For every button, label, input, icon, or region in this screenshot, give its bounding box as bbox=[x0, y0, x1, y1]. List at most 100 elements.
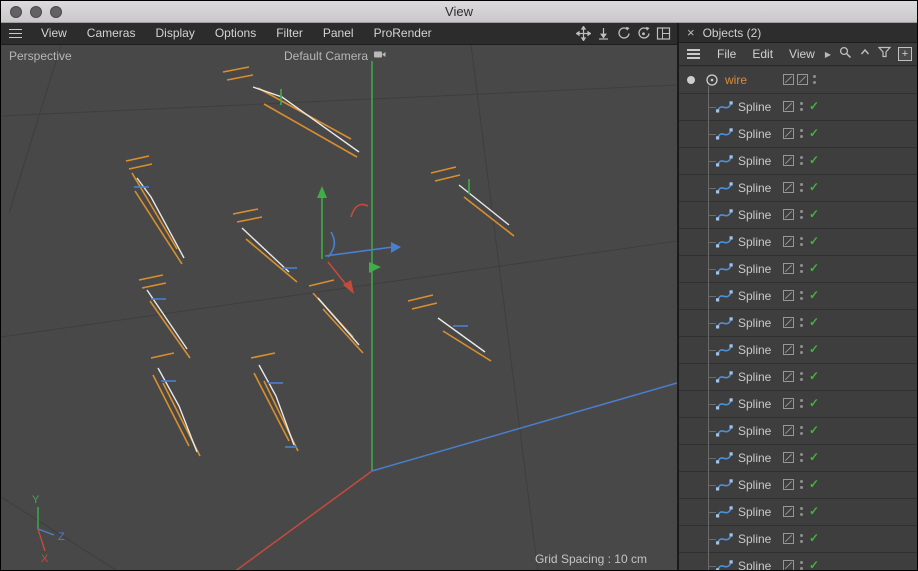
enabled-check-icon[interactable]: ✓ bbox=[809, 153, 819, 167]
keyframe-box-icon[interactable] bbox=[783, 317, 794, 328]
menu-item-file[interactable]: File bbox=[709, 47, 744, 61]
enabled-check-icon[interactable]: ✓ bbox=[809, 396, 819, 410]
object-row-spline[interactable]: Spline ✓ bbox=[679, 499, 917, 526]
object-row-spline[interactable]: Spline ✓ bbox=[679, 175, 917, 202]
add-object-button[interactable]: + bbox=[898, 47, 912, 61]
object-row-spline[interactable]: Spline ✓ bbox=[679, 256, 917, 283]
spline-object[interactable] bbox=[223, 67, 359, 157]
keyframe-box-icon[interactable] bbox=[783, 290, 794, 301]
keyframe-box-icon[interactable] bbox=[783, 101, 794, 112]
enabled-check-icon[interactable]: ✓ bbox=[809, 180, 819, 194]
visibility-dots-icon[interactable] bbox=[800, 102, 803, 111]
menu-item-view[interactable]: View bbox=[31, 23, 77, 44]
menu-item-edit[interactable]: Edit bbox=[744, 47, 781, 61]
scene-canvas[interactable]: YZX bbox=[1, 45, 677, 571]
viewport-3d[interactable]: YZX Perspective Default Camera Grid Spac… bbox=[1, 45, 677, 571]
object-label[interactable]: Spline bbox=[738, 397, 771, 411]
menu-icon[interactable] bbox=[9, 29, 22, 39]
search-icon[interactable] bbox=[838, 45, 852, 64]
enabled-check-icon[interactable]: ✓ bbox=[809, 261, 819, 275]
keyframe-box-icon[interactable] bbox=[783, 560, 794, 570]
dolly-icon[interactable] bbox=[596, 26, 611, 41]
object-label[interactable]: Spline bbox=[738, 208, 771, 222]
panel-close-icon[interactable]: × bbox=[687, 23, 695, 42]
object-label[interactable]: Spline bbox=[738, 100, 771, 114]
object-label[interactable]: Spline bbox=[738, 316, 771, 330]
spline-object[interactable] bbox=[233, 209, 297, 282]
enabled-check-icon[interactable]: ✓ bbox=[809, 477, 819, 491]
spline-object[interactable] bbox=[126, 156, 184, 264]
object-label[interactable]: Spline bbox=[738, 478, 771, 492]
menu-item-display[interactable]: Display bbox=[145, 23, 204, 44]
visibility-dots-icon[interactable] bbox=[800, 156, 803, 165]
keyframe-box-icon[interactable] bbox=[783, 533, 794, 544]
keyframe-box-icon[interactable] bbox=[783, 425, 794, 436]
visibility-dots-icon[interactable] bbox=[800, 129, 803, 138]
object-row-spline[interactable]: Spline ✓ bbox=[679, 391, 917, 418]
minimize-button[interactable] bbox=[30, 6, 42, 18]
visibility-dots-icon[interactable] bbox=[800, 426, 803, 435]
enabled-check-icon[interactable]: ✓ bbox=[809, 234, 819, 248]
object-label[interactable]: Spline bbox=[738, 451, 771, 465]
pan-icon[interactable] bbox=[576, 26, 591, 41]
object-row-spline[interactable]: Spline ✓ bbox=[679, 526, 917, 553]
camera-icon[interactable] bbox=[373, 49, 386, 63]
zoom-button[interactable] bbox=[50, 6, 62, 18]
filter-icon[interactable] bbox=[878, 45, 891, 63]
object-label[interactable]: Spline bbox=[738, 127, 771, 141]
keyframe-box-icon[interactable] bbox=[783, 479, 794, 490]
keyframe-box-icon[interactable] bbox=[783, 128, 794, 139]
camera-label[interactable]: Default Camera bbox=[284, 49, 368, 63]
enabled-check-icon[interactable]: ✓ bbox=[809, 450, 819, 464]
visibility-dots-icon[interactable] bbox=[800, 399, 803, 408]
object-label[interactable]: Spline bbox=[738, 370, 771, 384]
object-row-spline[interactable]: Spline ✓ bbox=[679, 472, 917, 499]
panel-title[interactable]: Objects (2) bbox=[703, 26, 762, 40]
keyframe-box-icon[interactable] bbox=[783, 506, 794, 517]
keyframe-box-icon[interactable] bbox=[783, 182, 794, 193]
object-row-spline[interactable]: Spline✓ bbox=[679, 148, 917, 175]
enabled-check-icon[interactable]: ✓ bbox=[809, 504, 819, 518]
spline-object[interactable] bbox=[151, 353, 200, 456]
object-label[interactable]: Spline bbox=[738, 262, 771, 276]
menu-item-cameras[interactable]: Cameras bbox=[77, 23, 146, 44]
object-label[interactable]: Spline bbox=[738, 559, 771, 570]
spline-object[interactable] bbox=[309, 280, 363, 353]
close-button[interactable] bbox=[10, 6, 22, 18]
object-row-spline[interactable]: Spline ✓ bbox=[679, 364, 917, 391]
menu-item-prorender[interactable]: ProRender bbox=[364, 23, 442, 44]
object-label[interactable]: Spline bbox=[738, 532, 771, 546]
expander-icon[interactable] bbox=[687, 76, 695, 84]
enabled-check-icon[interactable]: ✓ bbox=[809, 315, 819, 329]
visibility-dots-icon[interactable] bbox=[800, 453, 803, 462]
object-row-spline[interactable]: Spline✓ bbox=[679, 229, 917, 256]
move-gizmo[interactable] bbox=[317, 186, 401, 294]
object-label[interactable]: Spline bbox=[738, 181, 771, 195]
chevron-up-icon[interactable] bbox=[859, 45, 871, 63]
keyframe-box-icon[interactable] bbox=[783, 209, 794, 220]
object-row-spline[interactable]: Spline✓ bbox=[679, 283, 917, 310]
enabled-check-icon[interactable]: ✓ bbox=[809, 369, 819, 383]
keyframe-box-icon[interactable] bbox=[783, 398, 794, 409]
visibility-dots-icon[interactable] bbox=[800, 264, 803, 273]
object-label[interactable]: Spline bbox=[738, 424, 771, 438]
object-row-spline[interactable]: Spline ✓ bbox=[679, 445, 917, 472]
spline-object[interactable] bbox=[251, 353, 298, 451]
enabled-check-icon[interactable]: ✓ bbox=[809, 288, 819, 302]
orbit-camera-icon[interactable] bbox=[636, 26, 651, 41]
keyframe-box-icon[interactable] bbox=[783, 236, 794, 247]
keyframe-box-icon[interactable] bbox=[797, 74, 808, 85]
object-row-spline[interactable]: Spline✓ bbox=[679, 202, 917, 229]
object-label[interactable]: Spline bbox=[738, 505, 771, 519]
enabled-check-icon[interactable]: ✓ bbox=[809, 126, 819, 140]
enabled-check-icon[interactable]: ✓ bbox=[809, 99, 819, 113]
object-row-spline[interactable]: Spline✓ bbox=[679, 553, 917, 570]
object-label[interactable]: wire bbox=[725, 73, 747, 87]
visibility-dots-icon[interactable] bbox=[800, 237, 803, 246]
visibility-dots-icon[interactable] bbox=[800, 480, 803, 489]
menu-item-view[interactable]: View bbox=[781, 47, 823, 61]
visibility-dots-icon[interactable] bbox=[800, 345, 803, 354]
spline-object[interactable] bbox=[408, 295, 491, 361]
enabled-check-icon[interactable]: ✓ bbox=[809, 531, 819, 545]
object-row-spline[interactable]: Spline ✓ bbox=[679, 310, 917, 337]
